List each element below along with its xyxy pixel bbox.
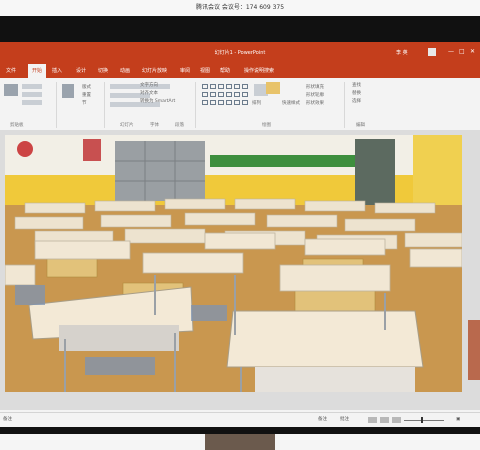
meeting-info-text: 腾讯会议 会议号：174 609 375: [195, 4, 285, 11]
tab-home[interactable]: 开始: [28, 64, 47, 78]
ribbon: 剪贴板 版式 重置 节 幻灯片 字体 文字方向 对齐文本 转换为 SmartAr…: [0, 78, 480, 131]
video-strip: [0, 434, 480, 450]
group-label-slides: 幻灯片: [120, 123, 134, 128]
divider: [104, 82, 105, 128]
tell-me-search[interactable]: 操作说明搜索: [244, 64, 274, 78]
tab-help[interactable]: 帮助: [220, 64, 230, 78]
participant-video[interactable]: [205, 434, 275, 450]
copy-icon[interactable]: [22, 92, 42, 97]
find-button[interactable]: 查找: [352, 82, 361, 88]
tab-file[interactable]: 文件: [6, 64, 16, 78]
quick-styles-button[interactable]: 快速样式: [282, 100, 300, 106]
user-name[interactable]: 李 英: [396, 49, 408, 56]
reading-view-icon[interactable]: [392, 417, 401, 423]
tab-insert[interactable]: 插入: [52, 64, 62, 78]
shape-effects-button[interactable]: 形状效果: [306, 100, 324, 106]
shape-fill-button[interactable]: 形状填充: [306, 84, 324, 90]
title-bar: 幻灯片1 - PowerPoint 李 英 — □ ✕: [0, 42, 480, 64]
powerpoint-window: 幻灯片1 - PowerPoint 李 英 — □ ✕ 文件 开始 插入 设计 …: [0, 42, 480, 427]
group-label-font: 字体: [150, 123, 159, 128]
fit-slide-icon[interactable]: ▣: [456, 413, 460, 427]
zoom-slider-thumb[interactable]: [421, 417, 423, 423]
arrange-button[interactable]: 排列: [252, 100, 261, 106]
text-direction-button[interactable]: 文字方向: [140, 82, 158, 88]
slide-editing-area: [0, 130, 480, 410]
normal-view-icon[interactable]: [368, 417, 377, 423]
paste-icon[interactable]: [4, 84, 18, 96]
select-button[interactable]: 选择: [352, 98, 361, 104]
tab-slideshow[interactable]: 幻灯片放映: [142, 64, 167, 78]
layout-button[interactable]: 版式: [82, 84, 91, 90]
status-bar: 备注 备注 批注 ▣: [0, 412, 480, 427]
tab-review[interactable]: 审阅: [180, 64, 190, 78]
document-title: 幻灯片1 - PowerPoint: [214, 50, 266, 56]
quick-styles-icon[interactable]: [266, 82, 280, 94]
tab-design[interactable]: 设计: [76, 64, 86, 78]
slide-sorter-icon[interactable]: [380, 417, 389, 423]
maximize-button[interactable]: □: [459, 48, 465, 55]
group-label-paragraph: 段落: [175, 123, 184, 128]
group-label-drawing: 绘图: [262, 123, 271, 128]
reset-button[interactable]: 重置: [82, 92, 91, 98]
align-text-button[interactable]: 对齐文本: [140, 90, 158, 96]
section-button[interactable]: 节: [82, 100, 87, 106]
divider: [344, 82, 345, 128]
meeting-info-bar: 腾讯会议 会议号：174 609 375: [0, 0, 480, 16]
divider: [195, 82, 196, 128]
minimize-button[interactable]: —: [448, 48, 454, 55]
tab-view[interactable]: 视图: [200, 64, 210, 78]
shape-outline-button[interactable]: 形状轮廓: [306, 92, 324, 98]
tab-transitions[interactable]: 切换: [98, 64, 108, 78]
cut-icon[interactable]: [22, 84, 42, 89]
close-button[interactable]: ✕: [470, 48, 475, 55]
status-left-text[interactable]: 备注: [3, 413, 12, 427]
tab-animations[interactable]: 动画: [120, 64, 130, 78]
replace-button[interactable]: 替换: [352, 90, 361, 96]
group-label-clipboard: 剪贴板: [10, 123, 24, 128]
smartart-button[interactable]: 转换为 SmartArt: [140, 98, 175, 104]
classroom-desks-photo: [5, 135, 462, 392]
zoom-slider[interactable]: [404, 419, 444, 421]
new-slide-icon[interactable]: [62, 84, 74, 98]
slide-thumbnail-edge[interactable]: [468, 320, 480, 380]
group-label-editing: 编辑: [356, 123, 365, 128]
divider: [56, 82, 57, 128]
current-slide[interactable]: [5, 135, 462, 392]
shared-screen: 幻灯片1 - PowerPoint 李 英 — □ ✕ 文件 开始 插入 设计 …: [0, 16, 480, 434]
ribbon-tabs: 文件 开始 插入 设计 切换 动画 幻灯片放映 审阅 视图 帮助 操作说明搜索: [0, 64, 480, 78]
format-painter-icon[interactable]: [22, 100, 42, 105]
notes-button[interactable]: 备注: [318, 413, 327, 427]
comments-button[interactable]: 批注: [340, 413, 349, 427]
avatar[interactable]: [428, 48, 436, 56]
